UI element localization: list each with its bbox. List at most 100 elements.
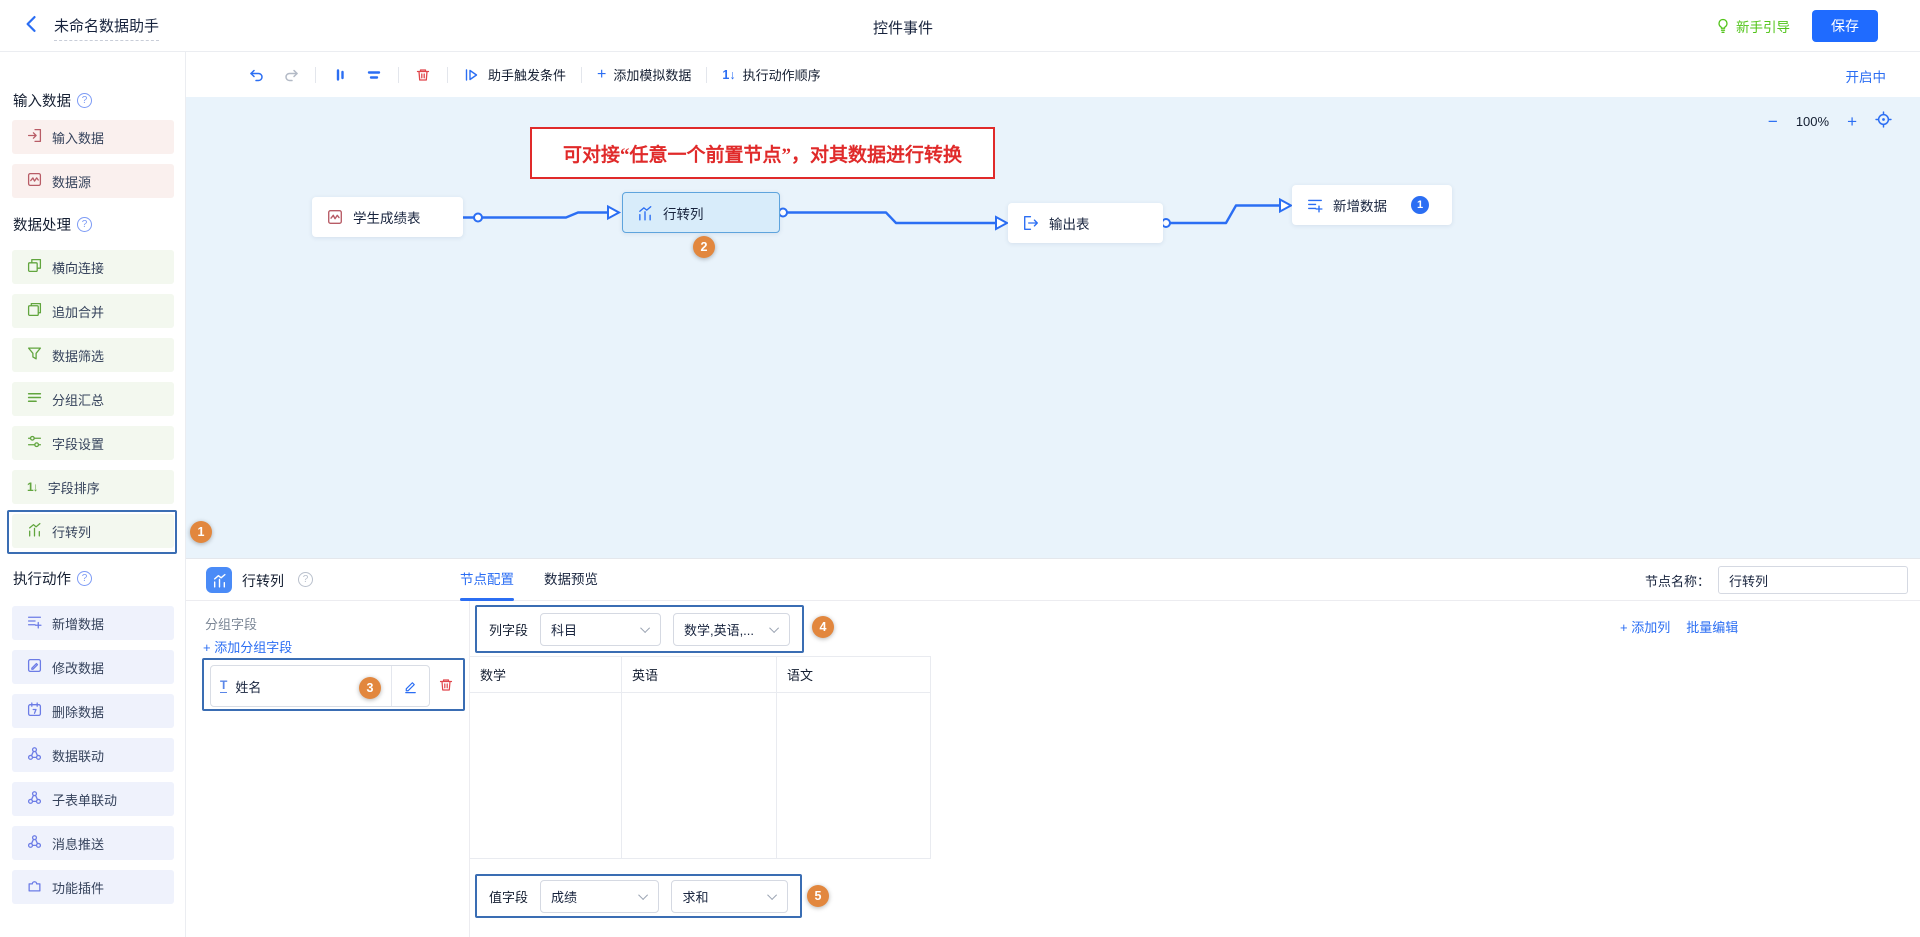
step-badge-4: 4 [812,616,834,638]
zoom-level: 100% [1796,114,1829,129]
node-output-table[interactable]: 输出表 [1008,203,1163,243]
sidebar-item-datasource[interactable]: 数据源 [12,164,174,198]
section-header-data-processing: 数据处理 ? [13,214,92,235]
trash-icon [438,677,454,693]
field-sort-icon: 1↓ [27,480,38,494]
panel-node-title: 行转列 [242,571,284,591]
table-column [622,693,777,858]
sidebar-item-field-settings[interactable]: 字段设置 [12,426,174,460]
horizontal-join-icon [27,258,42,276]
group-field-value: 姓名 [235,677,261,696]
add-data-icon [27,614,42,632]
panel-header: 行转列 ? 节点配置 数据预览 节点名称： [186,559,1920,601]
sidebar-item-append-merge[interactable]: 追加合并 [12,294,174,328]
page-title: 控件事件 [873,17,933,38]
save-button[interactable]: 保存 [1812,10,1878,42]
pivot-config-pane: 列字段 科目 数学,英语,... 4 + 添加列 批量编辑 数学 英语 语文 [470,601,1920,937]
sidebar-item-data-linkage[interactable]: 数据联动 [12,738,174,772]
help-icon[interactable]: ? [77,571,92,586]
tab-data-preview[interactable]: 数据预览 [544,559,598,601]
sidebar-item-input-data[interactable]: 输入数据 [12,120,174,154]
step-badge-5: 5 [807,885,829,907]
annotation-box: 可对接“任意一个前置节点”，对其数据进行转换 [530,127,995,179]
add-group-field-link[interactable]: + 添加分组字段 [203,637,292,656]
sidebar-item-delete-data[interactable]: 删除数据 [12,694,174,728]
column-field-select[interactable]: 科目 [540,613,661,646]
order-icon: 1↓ [722,68,735,82]
node-name-group: 节点名称： [1645,566,1908,594]
section-header-input-data: 输入数据 ? [13,90,92,111]
help-icon[interactable]: ? [77,93,92,108]
group-summary-icon [27,390,42,408]
panel-tabs: 节点配置 数据预览 [460,559,598,601]
plus-icon: + [597,66,606,84]
section-header-actions: 执行动作 ? [13,568,92,589]
align-vertical-icon[interactable] [331,66,349,84]
import-icon [27,128,42,146]
redo-icon[interactable] [282,66,300,84]
locate-icon[interactable] [1875,111,1892,131]
delete-node-icon[interactable] [414,66,432,84]
undo-icon[interactable] [248,66,266,84]
aggregation-select[interactable]: 求和 [671,880,788,913]
row-to-column-icon [637,205,653,221]
sidebar-item-data-filter[interactable]: 数据筛选 [12,338,174,372]
canvas-toolbar: 助手触发条件 + 添加模拟数据 1↓ 执行动作顺序 开启中 [186,52,1920,97]
table-column [777,693,931,858]
sidebar-item-field-sort[interactable]: 1↓ 字段排序 [12,470,174,504]
preview-table: 数学 英语 语文 [470,656,931,859]
flow-canvas[interactable]: − 100% + 可对接“任意一个前置节点”，对其数据进行转换 学生成绩表 行转… [186,97,1920,558]
delete-data-icon [27,702,42,720]
value-field-label: 值字段 [489,887,528,906]
edit-field-button[interactable] [391,666,429,706]
datasource-icon [327,209,343,225]
sidebar-item-modify-data[interactable]: 修改数据 [12,650,174,684]
sidebar-item-subform-linkage[interactable]: 子表单联动 [12,782,174,816]
sidebar-item-horizontal-join[interactable]: 横向连接 [12,250,174,284]
sidebar-item-plugin[interactable]: 功能插件 [12,870,174,904]
message-push-icon [27,834,42,852]
node-add-data[interactable]: 新增数据 1 [1292,185,1452,225]
group-fields-pane: 分组字段 + 添加分组字段 T 姓名 3 [186,601,470,937]
node-name-input[interactable] [1718,566,1908,594]
back-icon[interactable] [22,14,46,38]
datasource-icon [27,172,42,190]
sidebar-item-message-push[interactable]: 消息推送 [12,826,174,860]
status-toggle[interactable]: 开启中 [1846,66,1887,86]
app-title[interactable]: 未命名数据助手 [54,15,159,41]
help-icon[interactable]: ? [298,572,313,587]
align-horizontal-icon[interactable] [365,66,383,84]
action-order-button[interactable]: 1↓ 执行动作顺序 [722,65,820,84]
node-count-badge: 1 [1411,196,1429,214]
tab-node-config[interactable]: 节点配置 [460,559,514,601]
value-field-select[interactable]: 成绩 [540,880,659,913]
zoom-in-icon[interactable]: + [1847,113,1857,130]
zoom-out-icon[interactable]: − [1768,113,1778,130]
help-icon[interactable]: ? [77,217,92,232]
column-values-select[interactable]: 数学,英语,... [673,613,790,646]
group-field-input[interactable]: T 姓名 [210,665,430,707]
column-field-label: 列字段 [489,620,528,639]
node-row-to-column[interactable]: 行转列 [622,192,780,233]
sidebar-item-add-data[interactable]: 新增数据 [12,606,174,640]
group-fields-title: 分组字段 [205,614,257,633]
step-badge-2: 2 [693,236,715,258]
chevron-down-icon [639,890,649,900]
table-column [470,693,622,858]
beginner-guide-label: 新手引导 [1736,16,1790,36]
toolbar-divider [315,67,316,83]
sidebar-item-row-to-column[interactable]: 行转列 [12,514,174,548]
trigger-condition-button[interactable]: 助手触发条件 [463,65,566,84]
toolbar-divider [398,67,399,83]
delete-field-button[interactable] [438,677,456,695]
pencil-icon [403,679,418,694]
preview-table-header: 数学 英语 语文 [470,656,931,693]
add-mock-data-button[interactable]: + 添加模拟数据 [597,65,691,84]
node-student-scores[interactable]: 学生成绩表 [312,197,463,237]
beginner-guide-button[interactable]: 新手引导 [1715,16,1790,36]
add-column-link[interactable]: + 添加列 [1620,617,1670,636]
sidebar: 输入数据 ? 输入数据 数据源 数据处理 ? 横向连接 追加合并 数据筛选 分组… [0,52,186,937]
node-name-label: 节点名称： [1645,571,1710,590]
batch-edit-link[interactable]: 批量编辑 [1686,617,1738,636]
sidebar-item-group-summary[interactable]: 分组汇总 [12,382,174,416]
